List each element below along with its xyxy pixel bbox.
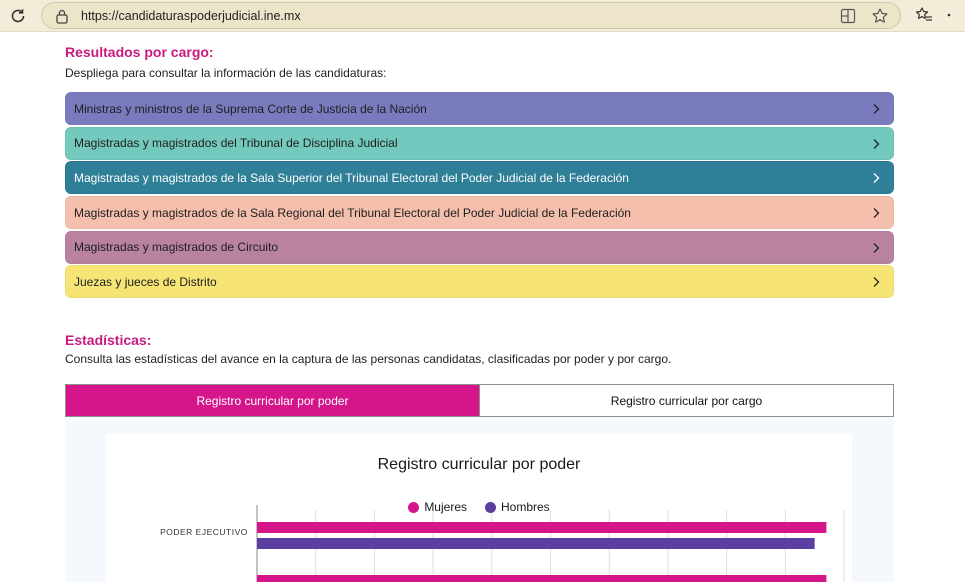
chart-card: PODER EJECUTIVO Registro curricular por …	[106, 434, 852, 582]
accordion-item-label: Magistradas y magistrados de la Sala Sup…	[74, 170, 629, 185]
legend-item-hombres[interactable]: Hombres	[485, 500, 550, 514]
chart-legend: Mujeres Hombres	[106, 500, 852, 514]
tab-registro-por-poder[interactable]: Registro curricular por poder	[66, 385, 479, 416]
lock-icon	[56, 9, 68, 24]
chart-title: Registro curricular por poder	[377, 456, 581, 473]
legend-swatch-hombres	[485, 501, 496, 513]
favorites-icon[interactable]	[915, 6, 933, 24]
accordion-item-suprema-corte[interactable]: Ministras y ministros de la Suprema Cort…	[65, 92, 894, 125]
accordion-item-label: Juezas y jueces de Distrito	[74, 274, 217, 289]
stats-tabs: Registro curricular por poder Registro c…	[65, 384, 894, 417]
accordion-item-sala-superior[interactable]: Magistradas y magistrados de la Sala Sup…	[65, 161, 894, 195]
bar-mujeres	[257, 522, 827, 533]
chart-panel: PODER EJECUTIVO Registro curricular por …	[65, 417, 894, 582]
accordion-item-disciplina-judicial[interactable]: Magistradas y magistrados del Tribunal d…	[65, 126, 894, 160]
accordion-item-distrito[interactable]: Juezas y jueces de Distrito	[65, 265, 894, 299]
star-icon[interactable]	[871, 7, 889, 25]
chevron-right-icon	[873, 138, 880, 149]
estadisticas-title: Estadísticas:	[65, 332, 152, 348]
estadisticas-description: Consulta las estadísticas del avance en …	[65, 352, 672, 366]
accordion-item-label: Magistradas y magistrados del Tribunal d…	[74, 136, 398, 151]
accordion-item-label: Magistradas y magistrados de Circuito	[74, 240, 279, 255]
accordion-item-sala-regional[interactable]: Magistradas y magistrados de la Sala Reg…	[65, 196, 894, 230]
bar-hombres	[257, 538, 815, 549]
legend-swatch-mujeres	[408, 501, 420, 513]
accordion-item-label: Magistradas y magistrados de la Sala Reg…	[74, 205, 631, 220]
chevron-right-icon	[873, 173, 880, 184]
bar-mujeres	[257, 575, 827, 582]
url-text: https://candidaturaspoderjudicial.ine.mx	[81, 9, 301, 23]
address-bar[interactable]: https://candidaturaspoderjudicial.ine.mx	[41, 2, 901, 29]
chevron-right-icon	[873, 277, 880, 288]
split-screen-icon[interactable]	[840, 8, 856, 24]
chevron-right-icon	[873, 208, 880, 219]
browser-toolbar: https://candidaturaspoderjudicial.ine.mx	[0, 0, 965, 32]
legend-label-hombres: Hombres	[501, 500, 550, 514]
more-icon[interactable]	[945, 6, 963, 24]
chevron-right-icon	[873, 104, 880, 114]
reload-icon[interactable]	[8, 6, 28, 26]
chevron-right-icon	[873, 242, 880, 253]
legend-label-mujeres: Mujeres	[424, 500, 467, 514]
tab-registro-por-cargo[interactable]: Registro curricular por cargo	[479, 385, 893, 416]
resultados-description: Despliega para consultar la información …	[65, 66, 387, 80]
cargo-accordion: Ministras y ministros de la Suprema Cort…	[65, 92, 894, 300]
resultados-title: Resultados por cargo:	[65, 44, 214, 60]
accordion-item-circuito[interactable]: Magistradas y magistrados de Circuito	[65, 230, 894, 264]
accordion-item-label: Ministras y ministros de la Suprema Cort…	[74, 101, 427, 116]
category-label: PODER EJECUTIVO	[160, 527, 248, 537]
legend-item-mujeres[interactable]: Mujeres	[408, 500, 467, 514]
